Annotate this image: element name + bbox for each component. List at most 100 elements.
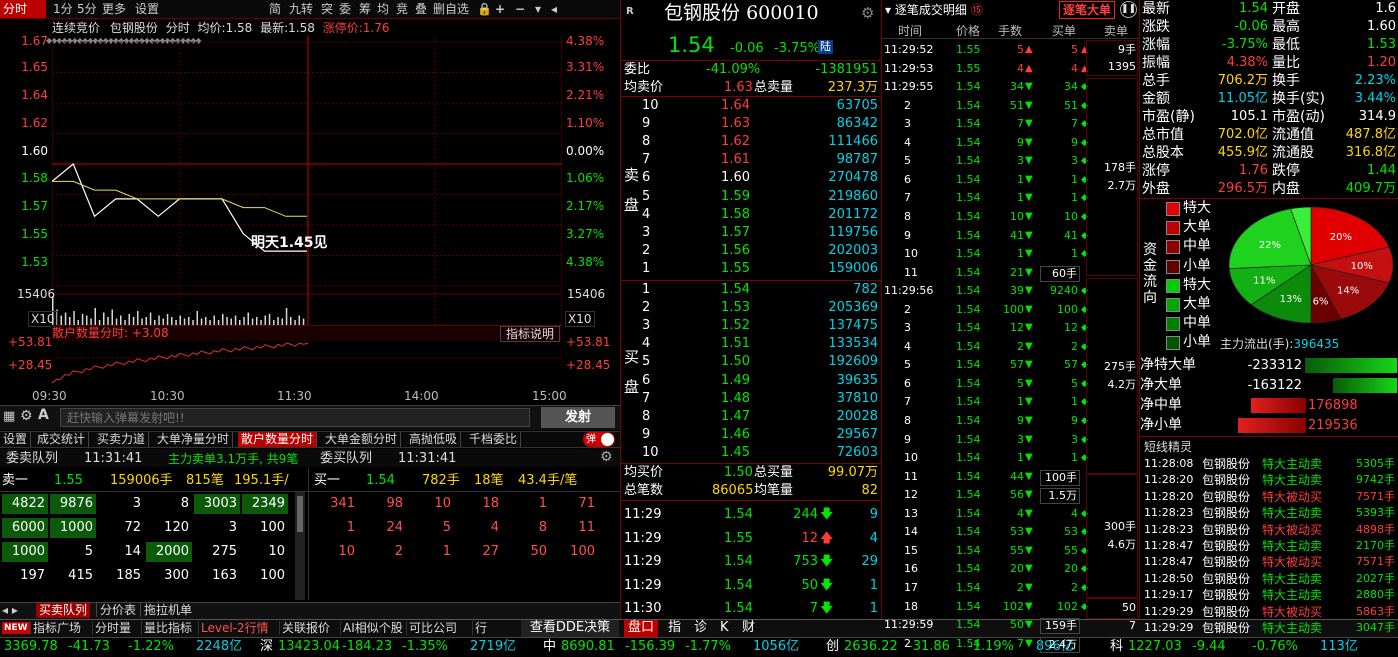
big-order-button[interactable]: 逐笔大单 bbox=[1059, 1, 1116, 19]
chevron-down-icon[interactable]: ▾ bbox=[532, 0, 544, 18]
alert-stock[interactable]: 包钢股份 bbox=[1202, 588, 1250, 602]
danmu-input[interactable] bbox=[60, 408, 530, 427]
ask-price[interactable]: 1.64 bbox=[700, 98, 750, 113]
panel-tab[interactable]: 诊 bbox=[690, 620, 711, 637]
indicator-tab[interactable]: 千档委比 bbox=[466, 432, 522, 447]
tick-dropdown[interactable]: ▾ 逐笔成交明细 ⑮ bbox=[885, 3, 983, 17]
queue-settings-icon[interactable]: ⚙ bbox=[600, 449, 613, 465]
ask-price[interactable]: 1.57 bbox=[700, 225, 750, 240]
tab-1min[interactable]: 1分 bbox=[50, 0, 76, 18]
pause-icon[interactable]: ❚❚ bbox=[1120, 1, 1137, 18]
function-item[interactable]: AI相似个股 bbox=[340, 621, 405, 635]
alert-stock[interactable]: 包钢股份 bbox=[1202, 523, 1250, 537]
bid-price[interactable]: 1.48 bbox=[700, 391, 750, 406]
bid-level: 5 bbox=[642, 354, 651, 370]
send-danmu-button[interactable]: 发射 bbox=[541, 407, 615, 428]
bid-price[interactable]: 1.51 bbox=[700, 336, 750, 351]
alert-stock[interactable]: 包钢股份 bbox=[1202, 621, 1250, 635]
indicator-tab[interactable]: 设置 bbox=[0, 432, 32, 447]
ask-price[interactable]: 1.58 bbox=[700, 207, 750, 222]
alert-stock[interactable]: 包钢股份 bbox=[1202, 506, 1250, 520]
tab-settings[interactable]: 设置 bbox=[132, 0, 162, 18]
tab-die[interactable]: 叠 bbox=[412, 0, 430, 18]
tab-tu[interactable]: 突 bbox=[318, 0, 336, 18]
price-tick-left: 1.58 bbox=[21, 171, 48, 185]
ticker-value[interactable]: 3369.78 bbox=[4, 639, 58, 654]
function-item[interactable]: 指标广场 bbox=[30, 621, 83, 635]
indicator-tab[interactable]: 高抛低吸 bbox=[406, 432, 462, 447]
bid-price[interactable]: 1.52 bbox=[700, 318, 750, 333]
alert-stock[interactable]: 包钢股份 bbox=[1202, 490, 1250, 504]
legend-label: 小单 bbox=[1183, 257, 1211, 274]
bid-price[interactable]: 1.47 bbox=[700, 409, 750, 424]
bid-price[interactable]: 1.46 bbox=[700, 427, 750, 442]
panel-tab[interactable]: 财 bbox=[738, 620, 759, 637]
indicator-help-button[interactable]: 指标说明 bbox=[500, 326, 561, 342]
tab-queue[interactable]: 买卖队列 bbox=[36, 603, 91, 618]
ask-price[interactable]: 1.55 bbox=[700, 261, 750, 276]
bid-price[interactable]: 1.50 bbox=[700, 354, 750, 369]
queue-scrollbar[interactable] bbox=[295, 492, 305, 600]
tab-scroll-left[interactable]: ◂ ▸ bbox=[2, 603, 18, 617]
tab-tractor[interactable]: 拖拉机单 bbox=[140, 603, 195, 617]
alert-stock[interactable]: 包钢股份 bbox=[1202, 539, 1250, 553]
dde-button[interactable]: 查看DDE决策 bbox=[521, 620, 619, 637]
tab-remove-favorite[interactable]: 删自选 bbox=[430, 0, 472, 18]
gear-icon[interactable]: ⚙ bbox=[20, 408, 33, 424]
ask-price[interactable]: 1.63 bbox=[700, 116, 750, 131]
ticker-value[interactable]: 2636.22 bbox=[844, 639, 898, 654]
danmu-toggle[interactable]: 弹 bbox=[583, 432, 615, 447]
minus-icon[interactable]: − bbox=[512, 0, 528, 18]
plus-icon[interactable]: + bbox=[492, 0, 508, 18]
function-item[interactable]: Level-2行情 bbox=[198, 621, 271, 635]
ask-price[interactable]: 1.59 bbox=[700, 189, 750, 204]
tab-chou[interactable]: 筹 bbox=[356, 0, 374, 18]
chevron-left-icon[interactable]: ◂ bbox=[548, 0, 560, 18]
tab-price-table[interactable]: 分价表 bbox=[96, 603, 139, 617]
function-item[interactable]: 可比公司 bbox=[406, 621, 459, 635]
panel-tab[interactable]: K bbox=[716, 620, 733, 637]
panel-tab[interactable]: 盘口 bbox=[624, 620, 659, 637]
bid-price[interactable]: 1.53 bbox=[700, 300, 750, 315]
tab-simple[interactable]: 简 bbox=[266, 0, 284, 18]
indicator-tab[interactable]: 买卖力道 bbox=[94, 432, 150, 447]
quote-gear-icon[interactable]: ⚙ bbox=[861, 4, 874, 22]
function-item[interactable]: 行 bbox=[472, 621, 489, 635]
indicator-left-mid: +28.45 bbox=[8, 358, 53, 372]
function-item[interactable]: 分时量 bbox=[92, 621, 133, 635]
tab-5min[interactable]: 5分 bbox=[74, 0, 100, 18]
tab-intraday[interactable]: 分时 bbox=[0, 0, 46, 18]
tab-more[interactable]: 更多 bbox=[99, 0, 129, 18]
indicator-tab[interactable]: 大单净量分时 bbox=[154, 432, 234, 447]
alert-stock[interactable]: 包钢股份 bbox=[1202, 473, 1250, 487]
indicator-tab[interactable]: 散户数量分时 bbox=[238, 432, 318, 447]
indicator-tab[interactable]: 大单金额分时 bbox=[322, 432, 402, 447]
ask-price[interactable]: 1.62 bbox=[700, 134, 750, 149]
tab-jun[interactable]: 均 bbox=[374, 0, 392, 18]
alert-stock[interactable]: 包钢股份 bbox=[1202, 572, 1250, 586]
ticker-value[interactable]: 8690.81 bbox=[561, 639, 615, 654]
ticker-value[interactable]: 1227.03 bbox=[1128, 639, 1182, 654]
ticker-value[interactable]: 13423.04 bbox=[278, 639, 340, 654]
bid-price[interactable]: 1.45 bbox=[700, 445, 750, 460]
ask-price[interactable]: 1.60 bbox=[700, 170, 750, 185]
tab-jing[interactable]: 竞 bbox=[393, 0, 411, 18]
function-item[interactable]: 关联报价 bbox=[279, 621, 332, 635]
volume-bar bbox=[247, 312, 249, 326]
alert-stock[interactable]: 包钢股份 bbox=[1202, 555, 1250, 569]
tab-jiuzhuan[interactable]: 九转 bbox=[286, 0, 316, 18]
alert-stock[interactable]: 包钢股份 bbox=[1202, 605, 1250, 619]
tab-wei[interactable]: 委 bbox=[336, 0, 354, 18]
ask-price[interactable]: 1.56 bbox=[700, 243, 750, 258]
function-item[interactable]: 量比指标 bbox=[141, 621, 194, 635]
time-1500: 15:00 bbox=[532, 389, 567, 403]
indicator-tab[interactable]: 成交统计 bbox=[34, 432, 90, 447]
alert-stock[interactable]: 包钢股份 bbox=[1202, 457, 1250, 471]
keyboard-icon[interactable]: ▦ bbox=[3, 409, 15, 424]
font-icon[interactable]: A bbox=[38, 407, 49, 423]
bid-price[interactable]: 1.49 bbox=[700, 373, 750, 388]
panel-tab[interactable]: 指 bbox=[664, 620, 685, 637]
bid-price[interactable]: 1.54 bbox=[700, 282, 750, 297]
ask-price[interactable]: 1.61 bbox=[700, 152, 750, 167]
intraday-chart[interactable] bbox=[52, 36, 562, 326]
